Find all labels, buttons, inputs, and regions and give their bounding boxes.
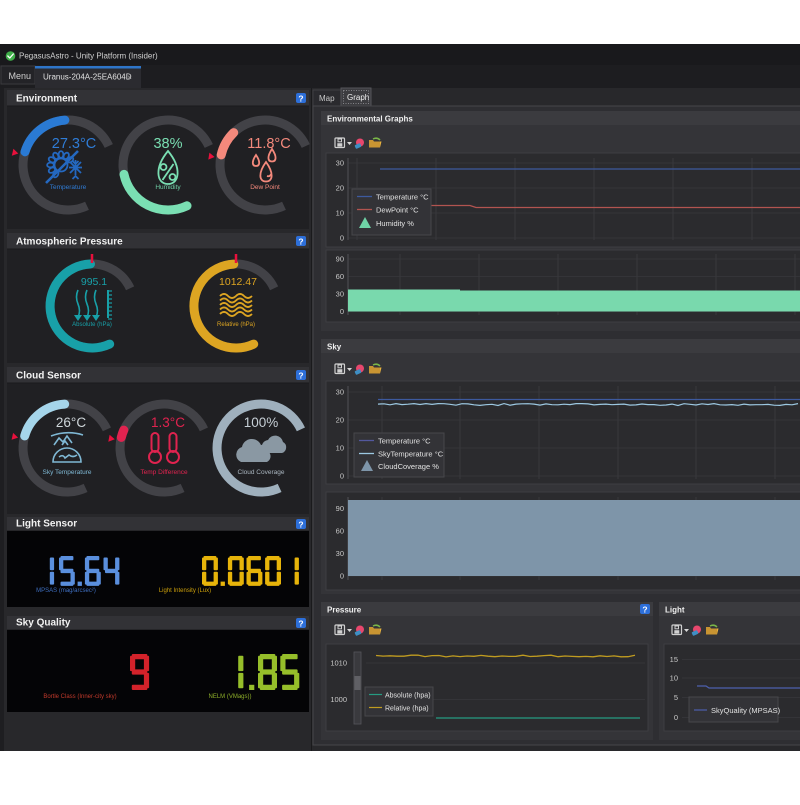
- svg-text:Uranus-204A-25EA604D: Uranus-204A-25EA604D: [43, 73, 132, 82]
- svg-text:26°C: 26°C: [56, 415, 86, 430]
- svg-text:0: 0: [340, 472, 344, 481]
- svg-text:Relative (hPa): Relative (hPa): [217, 322, 255, 328]
- svg-text:MPSAS (mag/arcsec²): MPSAS (mag/arcsec²): [36, 588, 96, 594]
- svg-text:?: ?: [642, 605, 647, 615]
- svg-text:Map: Map: [319, 94, 335, 103]
- svg-text:Bortle Class (Inner-city sky): Bortle Class (Inner-city sky): [43, 694, 116, 700]
- svg-text:?: ?: [298, 237, 303, 247]
- svg-text:10: 10: [336, 444, 344, 453]
- svg-text:?: ?: [298, 371, 303, 381]
- svg-text:60: 60: [336, 272, 344, 281]
- svg-text:Light Sensor: Light Sensor: [16, 519, 77, 530]
- svg-text:Humidity %: Humidity %: [376, 219, 414, 228]
- svg-text:Sky Quality: Sky Quality: [16, 618, 71, 629]
- svg-text:Temp Difference: Temp Difference: [140, 469, 188, 476]
- svg-text:5: 5: [674, 693, 678, 702]
- svg-text:90: 90: [336, 504, 344, 513]
- svg-text:10: 10: [336, 209, 344, 218]
- svg-text:15: 15: [670, 655, 678, 664]
- svg-text:Menu: Menu: [9, 71, 32, 81]
- svg-text:Temperature °C: Temperature °C: [378, 437, 431, 446]
- svg-text:CloudCoverage %: CloudCoverage %: [378, 462, 439, 471]
- svg-text:30: 30: [336, 290, 344, 299]
- svg-text:0: 0: [340, 572, 344, 581]
- svg-text:Absolute (hPa): Absolute (hPa): [72, 322, 112, 328]
- svg-text:10: 10: [670, 674, 678, 683]
- svg-text:20: 20: [336, 184, 344, 193]
- svg-text:Temperature °C: Temperature °C: [376, 193, 429, 202]
- svg-text:27.3°C: 27.3°C: [52, 136, 97, 152]
- svg-text:Absolute (hpa): Absolute (hpa): [385, 693, 431, 700]
- svg-text:995.1: 995.1: [81, 276, 107, 288]
- svg-text:Sky Temperature: Sky Temperature: [42, 469, 91, 476]
- svg-text:11.8°C: 11.8°C: [247, 136, 290, 152]
- svg-text:Light Intensity (Lux): Light Intensity (Lux): [159, 588, 211, 594]
- svg-text:0: 0: [340, 234, 344, 243]
- svg-text:Dew Point: Dew Point: [250, 184, 280, 191]
- svg-text:90: 90: [336, 255, 344, 264]
- svg-text:Relative (hpa): Relative (hpa): [385, 706, 429, 713]
- svg-text:1000: 1000: [330, 695, 347, 704]
- svg-text:Light: Light: [665, 606, 685, 615]
- svg-text:100%: 100%: [244, 415, 279, 430]
- svg-text:0: 0: [674, 713, 678, 722]
- svg-text:?: ?: [298, 520, 303, 530]
- svg-text:×: ×: [127, 72, 132, 82]
- svg-text:0: 0: [340, 307, 344, 316]
- svg-text:NELM (VMags)): NELM (VMags)): [208, 694, 251, 700]
- svg-text:?: ?: [298, 94, 303, 104]
- svg-text:30: 30: [336, 549, 344, 558]
- svg-text:1012.47: 1012.47: [219, 276, 257, 288]
- svg-text:38%: 38%: [153, 136, 182, 152]
- svg-text:Temperature: Temperature: [50, 184, 87, 191]
- svg-text:1010: 1010: [330, 659, 347, 668]
- svg-text:?: ?: [298, 619, 303, 629]
- svg-text:Pressure: Pressure: [327, 606, 362, 615]
- svg-text:Graph: Graph: [347, 93, 369, 102]
- svg-text:Sky: Sky: [327, 343, 342, 352]
- svg-text:30: 30: [336, 388, 344, 397]
- svg-text:60: 60: [336, 527, 344, 536]
- svg-text:Humidity: Humidity: [155, 184, 181, 191]
- svg-text:Cloud Sensor: Cloud Sensor: [16, 371, 81, 382]
- svg-text:Atmospheric Pressure: Atmospheric Pressure: [16, 237, 123, 248]
- svg-text:DewPoint °C: DewPoint °C: [376, 206, 419, 215]
- svg-text:Cloud Coverage: Cloud Coverage: [238, 469, 285, 476]
- svg-text:Environment: Environment: [16, 94, 78, 105]
- svg-text:PegasusAstro - Unity Platform: PegasusAstro - Unity Platform (Insider): [19, 52, 158, 61]
- svg-text:SkyQuality (MPSAS): SkyQuality (MPSAS): [711, 706, 781, 715]
- svg-text:20: 20: [336, 416, 344, 425]
- svg-text:1.3°C: 1.3°C: [151, 415, 185, 430]
- svg-text:Environmental Graphs: Environmental Graphs: [327, 115, 413, 124]
- svg-text:30: 30: [336, 159, 344, 168]
- svg-text:SkyTemperature °C: SkyTemperature °C: [378, 450, 444, 459]
